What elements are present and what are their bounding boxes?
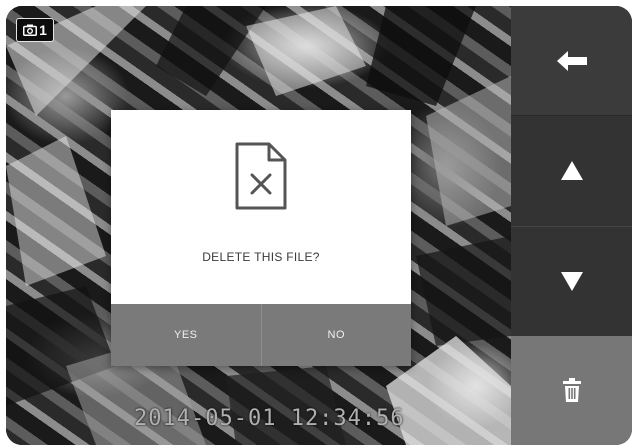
camera-icon [23,24,38,36]
dialog-message: DELETE THIS FILE? [202,250,320,264]
dialog-actions: YES NO [111,304,411,366]
back-button[interactable] [511,6,632,116]
camera-number: 1 [39,22,47,38]
previous-button[interactable] [511,115,632,226]
up-triangle-icon [560,161,583,181]
deleted-file-icon [235,142,287,210]
photo-preview: 1 2014-05-01 12:34:56 DELETE THIS FILE? … [6,6,511,445]
photo-timestamp: 2014-05-01 12:34:56 [134,406,405,431]
yes-button[interactable]: YES [111,304,261,366]
next-button[interactable] [511,225,632,336]
camera-badge: 1 [16,18,54,42]
down-triangle-icon [560,271,583,291]
trash-icon [562,378,581,403]
no-button[interactable]: NO [260,304,412,366]
dialog-body: DELETE THIS FILE? [111,110,411,304]
delete-confirm-dialog: DELETE THIS FILE? YES NO [111,110,411,366]
side-control-panel [511,6,632,445]
camera-playback-screen: 1 2014-05-01 12:34:56 DELETE THIS FILE? … [6,6,632,445]
delete-button[interactable] [511,335,632,445]
back-arrow-icon [556,50,587,71]
